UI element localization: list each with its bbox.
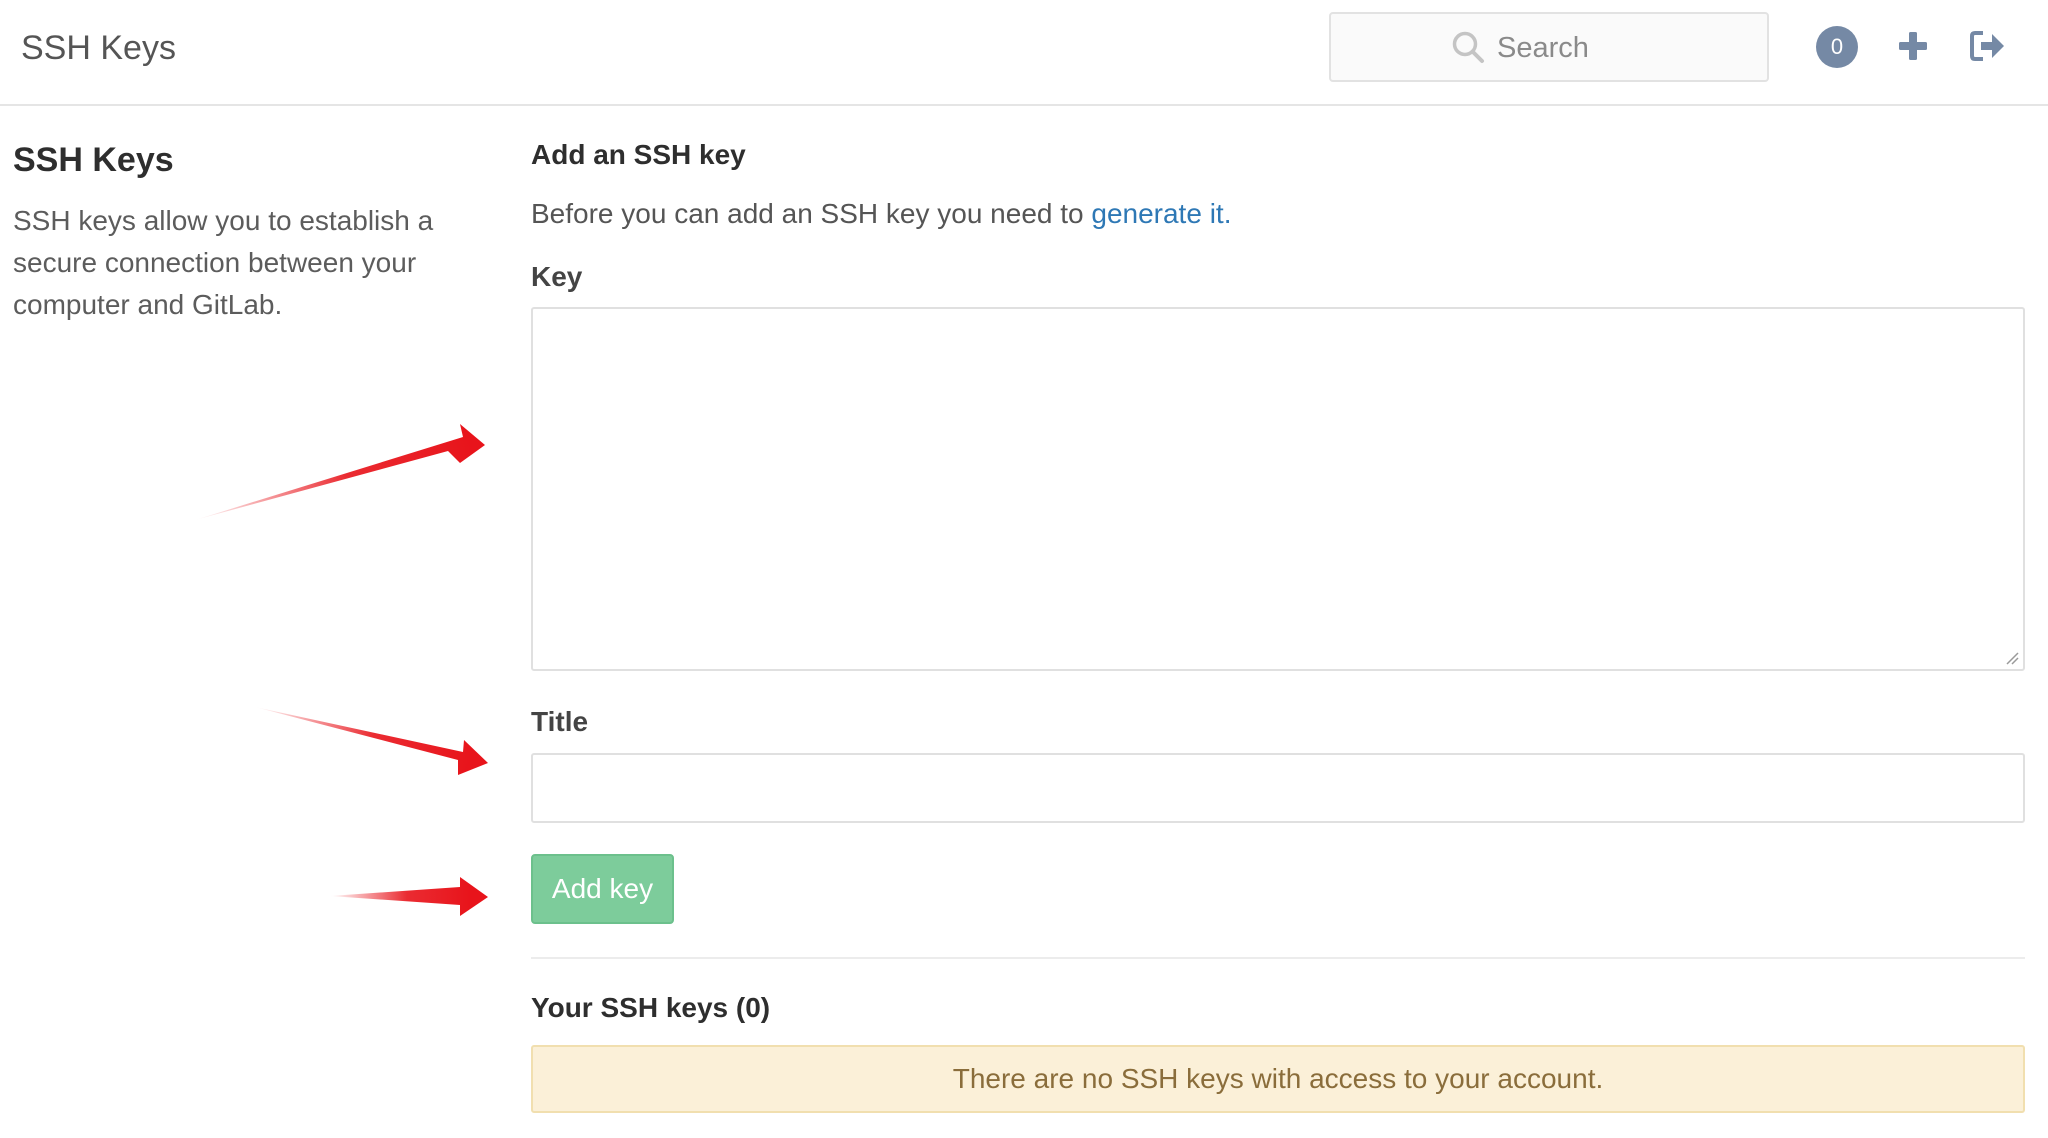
title-input[interactable] — [531, 753, 2025, 823]
arrow-to-title-field — [255, 707, 488, 775]
section-heading: SSH Keys — [13, 141, 174, 179]
title-label: Title — [531, 706, 589, 737]
arrow-to-key-field — [195, 424, 485, 520]
search-icon — [1452, 31, 1484, 63]
sign-out-icon[interactable] — [1970, 30, 2006, 62]
top-navbar: SSH Keys Search 0 — [0, 0, 2048, 106]
resize-grip-icon[interactable] — [2005, 651, 2019, 665]
empty-keys-alert: There are no SSH keys with access to you… — [531, 1045, 2025, 1113]
add-key-heading: Add an SSH key — [531, 139, 746, 170]
search-placeholder: Search — [1497, 32, 1589, 64]
key-label: Key — [531, 261, 583, 292]
your-keys-heading: Your SSH keys (0) — [531, 992, 771, 1023]
generate-key-link[interactable]: generate it. — [1091, 198, 1231, 229]
divider — [531, 957, 2025, 959]
arrow-to-add-key-button — [330, 877, 488, 916]
add-key-button[interactable]: Add key — [531, 854, 674, 924]
page-title: SSH Keys — [21, 29, 176, 67]
plus-icon[interactable] — [1896, 28, 1930, 64]
search-input[interactable]: Search — [1329, 12, 1769, 82]
key-textarea[interactable] — [531, 307, 2025, 671]
todos-count-badge[interactable]: 0 — [1816, 26, 1858, 68]
intro-text: Before you can add an SSH key you need t… — [531, 198, 1092, 229]
section-description: SSH keys allow you to establish a secure… — [13, 205, 434, 320]
add-key-intro: Before you can add an SSH key you need t… — [531, 195, 1231, 233]
